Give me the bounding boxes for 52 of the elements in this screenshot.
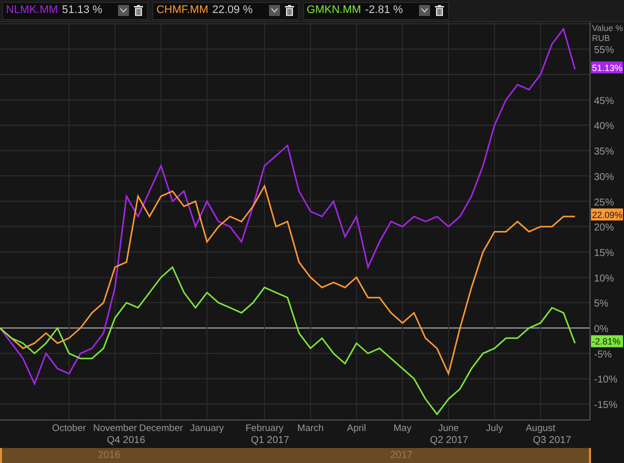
y-tick-label: 10% [594, 273, 614, 284]
x-tick-label: April [347, 423, 366, 434]
series-value: 22.09 % [212, 3, 253, 18]
dropdown-button[interactable] [418, 5, 430, 16]
quarter-label: Q1 2017 [250, 435, 290, 446]
trash-icon [134, 5, 144, 16]
trash-icon [284, 5, 294, 16]
chevron-icon [120, 8, 128, 13]
x-tick-label: January [190, 423, 224, 434]
delete-button[interactable] [284, 4, 295, 16]
y-tick-label: -5% [594, 349, 612, 360]
y-tick-label: 15% [594, 248, 614, 259]
dropdown-button[interactable] [268, 5, 280, 16]
y-tick-label: -10% [594, 374, 618, 386]
x-tick-label: July [486, 423, 503, 434]
x-tick-label: March [297, 423, 324, 434]
quarter-label: Q3 2017 [532, 435, 572, 446]
quarter-label: Q4 2016 [106, 435, 146, 446]
delete-button[interactable] [434, 4, 445, 16]
x-tick-label: December [139, 423, 183, 434]
y-tick-label: 55% [594, 45, 614, 56]
series-value: -2.81 % [365, 3, 403, 18]
chevron-icon [270, 8, 278, 13]
y-tick-label: 0% [594, 324, 608, 336]
y-tick-label: 35% [594, 146, 614, 158]
delete-button[interactable] [133, 4, 144, 16]
series-symbol: GMKN.MM [306, 3, 362, 18]
series-symbol: NLMK.MM [6, 3, 58, 18]
y-tick-label: 45% [594, 96, 614, 107]
quarter-label: Q2 2017 [430, 435, 468, 446]
y-tick-label: 30% [594, 172, 614, 183]
series-value: 51.13 % [62, 3, 102, 18]
last-value-tag: -2.81% [591, 335, 623, 348]
x-tick-label: February [246, 423, 284, 434]
currency-label: RUB [592, 33, 610, 43]
y-tick-label: -15% [594, 400, 618, 412]
x-tick-label: August [526, 423, 556, 434]
y-tick-label: 40% [594, 121, 614, 132]
chevron-icon [420, 8, 428, 13]
x-tick-label: June [438, 423, 459, 434]
x-tick-label: October [52, 423, 86, 434]
y-tick-label: 20% [594, 222, 614, 234]
trash-icon [434, 5, 444, 16]
y-tick-label: 25% [594, 197, 614, 208]
y-tick-label: 5% [594, 298, 608, 310]
series-symbol: CHMF.MM [156, 3, 208, 18]
x-tick-label: May [394, 423, 412, 434]
dropdown-button[interactable] [118, 5, 130, 16]
axis-title: Value % [592, 23, 624, 33]
last-value-tag: 22.09% [591, 208, 623, 220]
x-tick-label: November [93, 423, 137, 434]
last-value-tag: 51.13% [591, 61, 623, 74]
